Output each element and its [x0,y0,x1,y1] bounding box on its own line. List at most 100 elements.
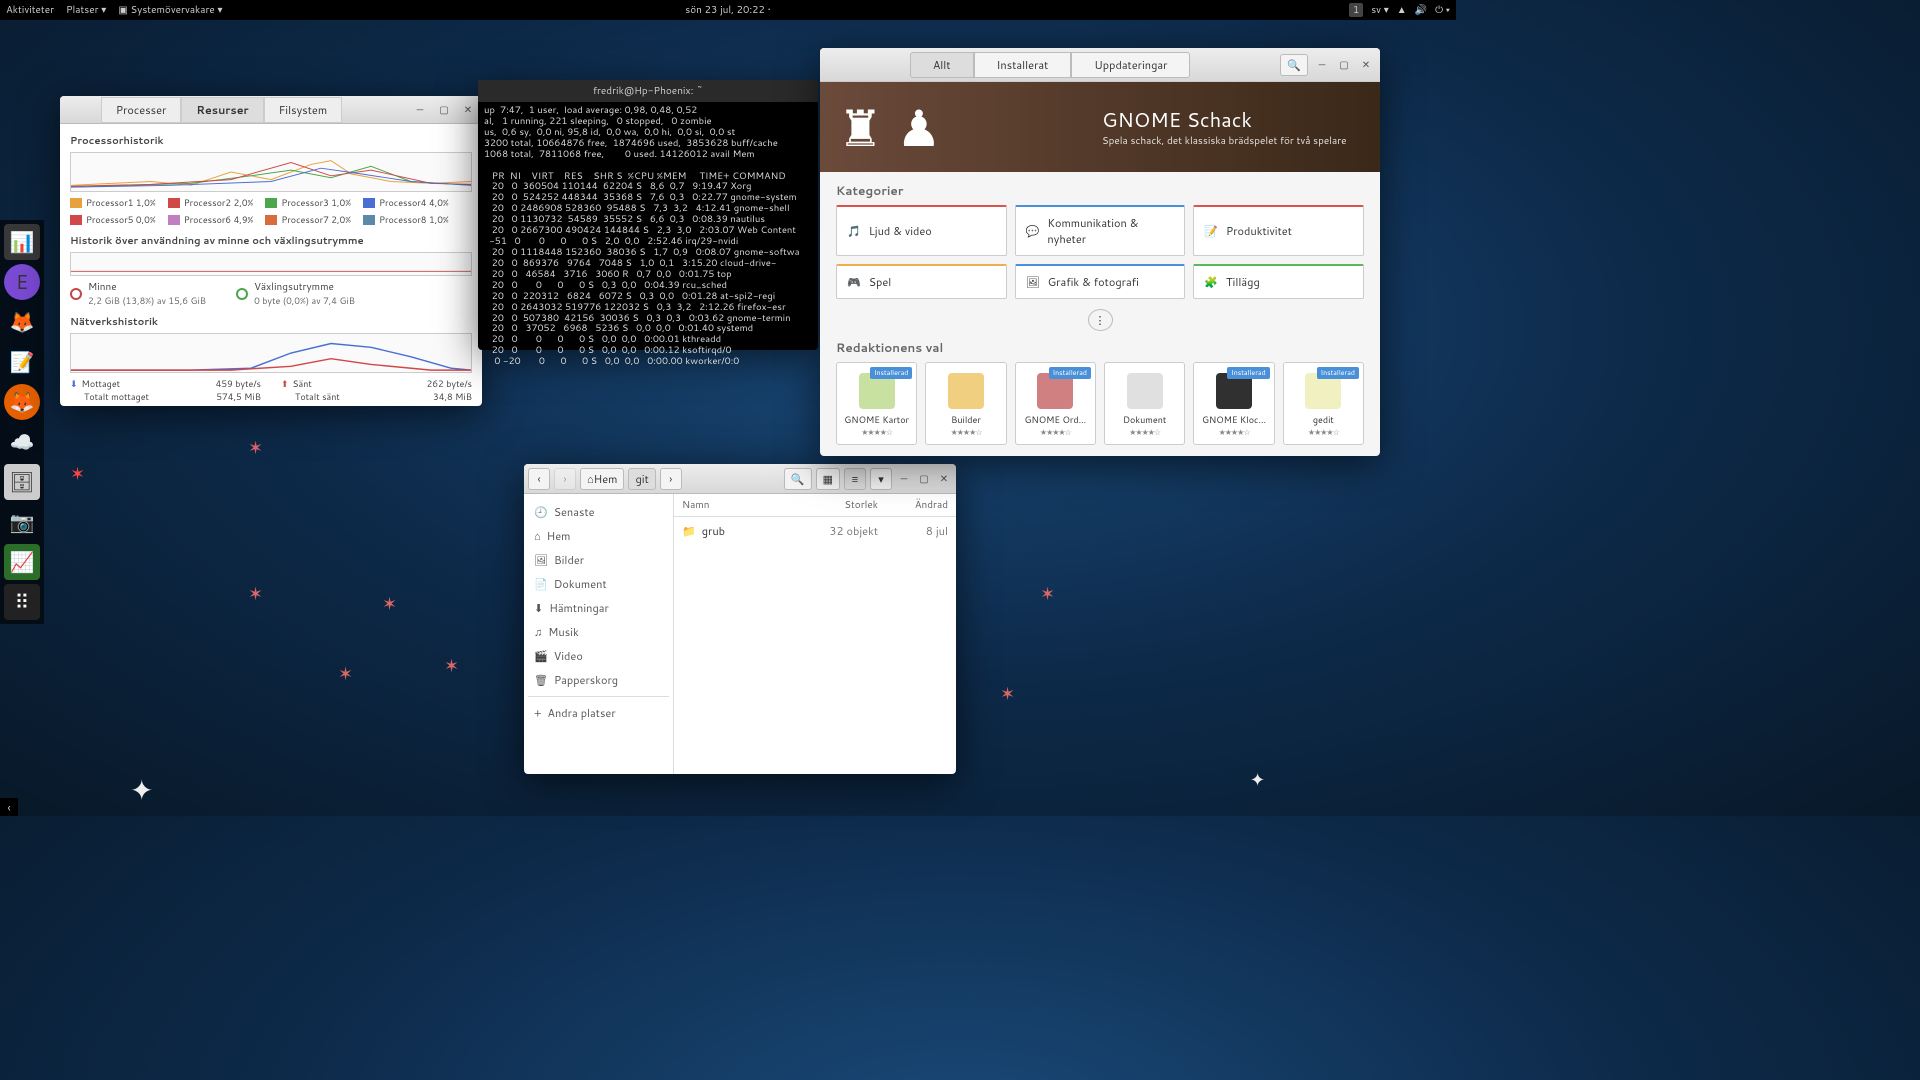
category-tile[interactable]: 🧩Tillägg [1193,264,1364,299]
dock-sysmon-icon[interactable]: 📊 [4,224,40,260]
mem-history-title: Historik över användning av minne och vä… [70,234,472,248]
net-chart [70,333,472,373]
installed-badge: Installerad [870,367,912,379]
dock-gimp-icon[interactable]: 🦊 [4,304,40,340]
app-menu[interactable]: ▣ Systemövervakare ▾ [118,3,222,17]
sidebar-item[interactable]: +Andra platser [528,701,669,725]
minimize-button[interactable]: — [412,102,428,118]
view-menu-button[interactable]: ▾ [870,468,892,490]
app-rating: ★★★★☆ [1020,426,1091,438]
path-home-button[interactable]: ⌂ Hem [580,468,624,490]
show-apps-button[interactable]: ⠿ [4,584,40,620]
app-tile[interactable]: Builder★★★★☆ [925,362,1006,445]
files-toolbar: ‹ › ⌂ Hem git › 🔍 ▦ ≡ ▾ — ▢ ✕ [524,464,956,494]
hero-subtitle: Spela schack, det klassiska brädspelet f… [1102,134,1362,148]
maximize-button[interactable]: ▢ [436,102,452,118]
cpu-legend-item: Processor6 4,9% [168,213,254,226]
terminal-title[interactable]: fredrik@Hp-Phoenix: ~ [478,80,818,102]
file-row[interactable]: 📁grub32 objekt8 jul [674,517,956,545]
cpu-legend-item: Processor5 0,0% [70,213,156,226]
soft-close-button[interactable]: ✕ [1358,57,1374,73]
path-current-button[interactable]: git [628,468,655,490]
sidebar-item[interactable]: 🎬Video [528,644,669,668]
software-search-button[interactable]: 🔍 [1280,54,1308,76]
network-icon[interactable]: ▲ [1397,3,1407,17]
files-close-button[interactable]: ✕ [936,471,952,487]
cpu-chart [70,152,472,192]
dock-screenshot-icon[interactable]: 📷 [4,504,40,540]
app-tile[interactable]: Dokument★★★★☆ [1104,362,1185,445]
category-icon: 🧩 [1204,274,1218,290]
app-tile[interactable]: InstalleradGNOME Kloc…★★★★☆ [1193,362,1274,445]
sidebar-item[interactable]: ⌂Hem [528,524,669,548]
workspace-indicator[interactable]: 1 [1349,3,1363,17]
cpu-legend: Processor1 1,0%Processor2 2,0%Processor3… [70,196,472,226]
tab-processes[interactable]: Processer [101,97,181,123]
category-icon: 💬 [1026,223,1040,239]
soft-maximize-button[interactable]: ▢ [1336,57,1352,73]
places-menu[interactable]: Platser ▾ [66,3,106,17]
app-tile[interactable]: InstalleradGNOME Ord…★★★★☆ [1015,362,1096,445]
app-name: Dokument [1109,413,1180,426]
picks-title: Redaktionens val [836,339,1364,356]
app-rating: ★★★★☆ [930,426,1001,438]
tab-resources[interactable]: Resurser [181,97,263,123]
sysmon-titlebar[interactable]: Processer Resurser Filsystem — ▢ ✕ [60,96,482,124]
tab-installed[interactable]: Installerat [974,52,1072,78]
search-button[interactable]: 🔍 [784,468,812,490]
app-icon [1127,373,1163,409]
hero-title: GNOME Schack [1102,106,1362,134]
sidebar-icon: 🎬 [534,648,548,664]
soft-minimize-button[interactable]: — [1314,57,1330,73]
mem-dot-icon [70,288,82,300]
power-icon[interactable]: ⏻ ▾ [1435,3,1450,17]
files-maximize-button[interactable]: ▢ [916,471,932,487]
files-column-header[interactable]: Namn Storlek Ändrad [674,494,956,517]
sidebar-item[interactable]: 🕘Senaste [528,500,669,524]
list-view-button[interactable]: ≡ [844,468,866,490]
dock-texteditor-icon[interactable]: 📝 [4,344,40,380]
dock-emacs-icon[interactable]: E [4,264,40,300]
clock[interactable]: sön 23 jul, 20:22 • [685,3,770,17]
tab-updates[interactable]: Uppdateringar [1071,52,1190,78]
more-categories-button[interactable]: ⋮ [1088,309,1113,331]
message-tray-toggle[interactable]: ‹ [0,798,18,816]
app-tile[interactable]: InstalleradGNOME Kartor★★★★☆ [836,362,917,445]
app-tile[interactable]: Installeradgedit★★★★☆ [1283,362,1364,445]
terminal-window[interactable]: fredrik@Hp-Phoenix: ~ up 7:47, 1 user, l… [478,80,818,350]
category-tile[interactable]: 🖼Grafik & fotografi [1015,264,1186,299]
path-more-button[interactable]: › [660,468,682,490]
category-tile[interactable]: 💬Kommunikation & nyheter [1015,205,1186,256]
dock-sysmon2-icon[interactable]: 📈 [4,544,40,580]
close-button[interactable]: ✕ [460,102,476,118]
sidebar-item[interactable]: 🖼Bilder [528,548,669,572]
files-minimize-button[interactable]: — [896,471,912,487]
dock-weather-icon[interactable]: ☁️ [4,424,40,460]
tab-all[interactable]: Allt [910,52,974,78]
keyboard-layout[interactable]: sv ▾ [1371,3,1389,17]
files-list: 📁grub32 objekt8 jul [674,517,956,545]
sidebar-item[interactable]: 🗑Papperskorg [528,668,669,692]
tab-filesystem[interactable]: Filsystem [264,97,343,123]
dock-firefox-icon[interactable]: 🦊 [4,384,40,420]
activities-button[interactable]: Aktiviteter [6,3,54,17]
category-tile[interactable]: 📝Produktivitet [1193,205,1364,256]
cpu-legend-item: Processor7 2,0% [265,213,351,226]
app-icon [948,373,984,409]
software-hero[interactable]: ♜ ♟ GNOME Schack Spela schack, det klass… [820,82,1380,172]
app-name: gedit [1288,413,1359,426]
dock-files-icon[interactable]: 🗄 [4,464,40,500]
cpu-legend-item: Processor4 4,0% [363,196,449,209]
volume-icon[interactable]: 🔊 [1415,3,1427,17]
sidebar-icon: ⌂ [534,528,541,544]
back-button[interactable]: ‹ [528,468,550,490]
files-window: ‹ › ⌂ Hem git › 🔍 ▦ ≡ ▾ — ▢ ✕ 🕘Senaste⌂H… [524,464,956,774]
category-tile[interactable]: 🎮Spel [836,264,1007,299]
category-tile[interactable]: 🎵Ljud & video [836,205,1007,256]
dock: 📊 E 🦊 📝 🦊 ☁️ 🗄 📷 📈 ⠿ [0,220,44,624]
sidebar-item[interactable]: 📄Dokument [528,572,669,596]
forward-button[interactable]: › [554,468,576,490]
grid-view-button[interactable]: ▦ [816,468,840,490]
sidebar-item[interactable]: ♫Musik [528,620,669,644]
sidebar-item[interactable]: ⬇Hämtningar [528,596,669,620]
